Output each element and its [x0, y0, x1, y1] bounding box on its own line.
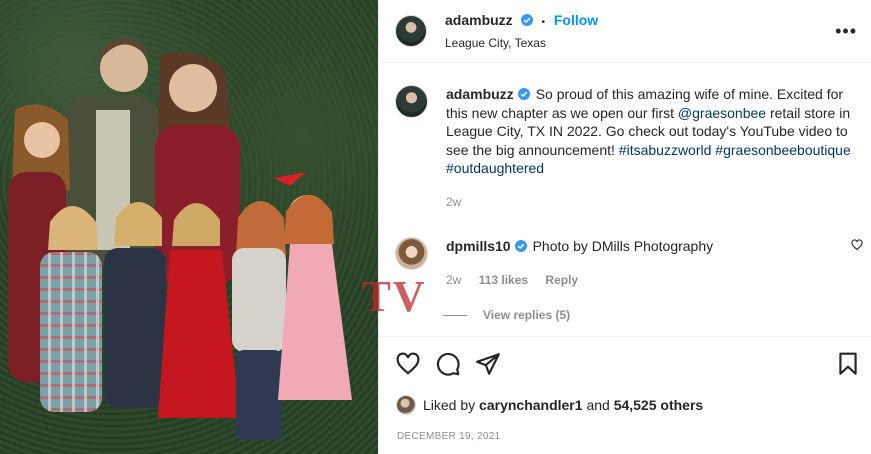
comment-item: dpmills10 Photo by DMills Photography 2w … [395, 237, 855, 289]
liked-by-and: and [586, 397, 610, 413]
hashtag-link[interactable]: #itsabuzzworld [619, 142, 712, 158]
view-replies-label: View replies (5) [483, 308, 571, 322]
caption-meta: 2w [446, 193, 855, 212]
instagram-post: adambuzz • Follow League City, Texas •••… [0, 0, 871, 454]
save-bookmark-icon[interactable] [835, 351, 861, 377]
replies-line [443, 314, 467, 316]
hashtag-link[interactable]: #outdaughtered [446, 160, 544, 176]
comment-meta: 2w 113 likes Reply [446, 271, 855, 290]
comments-section[interactable]: adambuzz So proud of this amazing wife of… [379, 63, 871, 336]
author-username[interactable]: adambuzz [445, 12, 513, 28]
family-photo-illustration [8, 38, 352, 440]
verified-badge-icon [520, 13, 533, 26]
verified-badge-icon [514, 240, 527, 252]
post-header: adambuzz • Follow League City, Texas ••• [379, 0, 871, 63]
comment-text: Photo by DMills Photography [532, 238, 714, 254]
reply-button[interactable]: Reply [545, 273, 578, 287]
author-info: adambuzz • Follow League City, Texas [445, 11, 598, 52]
comment-likes[interactable]: 113 likes [479, 273, 528, 287]
post-date[interactable]: DECEMBER 19, 2021 [397, 431, 500, 442]
view-replies-button[interactable]: View replies (5) [443, 308, 855, 322]
author-avatar[interactable] [395, 15, 427, 47]
action-icons [395, 351, 861, 377]
caption: adambuzz So proud of this amazing wife of… [395, 85, 855, 211]
liked-by-count[interactable]: 54,525 others [614, 397, 704, 413]
caption-author-avatar[interactable] [395, 85, 428, 118]
separator-dot: • [541, 16, 545, 28]
post-actions: Liked by carynchandler1 and 54,525 other… [379, 336, 871, 454]
post-location[interactable]: League City, Texas [445, 34, 598, 52]
like-heart-icon[interactable] [395, 351, 421, 377]
share-paper-plane-icon[interactable] [475, 351, 501, 377]
mention-link[interactable]: @graesonbee [678, 105, 766, 121]
liker-avatar[interactable] [396, 395, 416, 415]
caption-age[interactable]: 2w [446, 195, 461, 209]
post-photo[interactable] [0, 0, 378, 454]
comment-bubble-icon[interactable] [435, 351, 461, 377]
liked-by-prefix: Liked by [423, 397, 476, 413]
liked-by: Liked by carynchandler1 and 54,525 other… [396, 395, 703, 415]
caption-body: adambuzz So proud of this amazing wife of… [446, 85, 855, 211]
more-horizontal-icon[interactable]: ••• [835, 22, 857, 40]
commenter-avatar[interactable] [395, 237, 428, 270]
follow-button[interactable]: Follow [554, 12, 598, 28]
liked-by-user[interactable]: carynchandler1 [479, 397, 583, 413]
post-details-pane: adambuzz • Follow League City, Texas •••… [378, 0, 871, 454]
comment-like-heart-icon[interactable] [851, 239, 863, 251]
comment-body: dpmills10 Photo by DMills Photography 2w … [446, 237, 855, 289]
hashtag-link[interactable]: #graesonbeeboutique [715, 142, 850, 158]
comment-age[interactable]: 2w [446, 273, 461, 287]
verified-badge-icon [517, 88, 530, 100]
caption-username[interactable]: adambuzz [446, 86, 514, 102]
comment-username[interactable]: dpmills10 [446, 238, 511, 254]
